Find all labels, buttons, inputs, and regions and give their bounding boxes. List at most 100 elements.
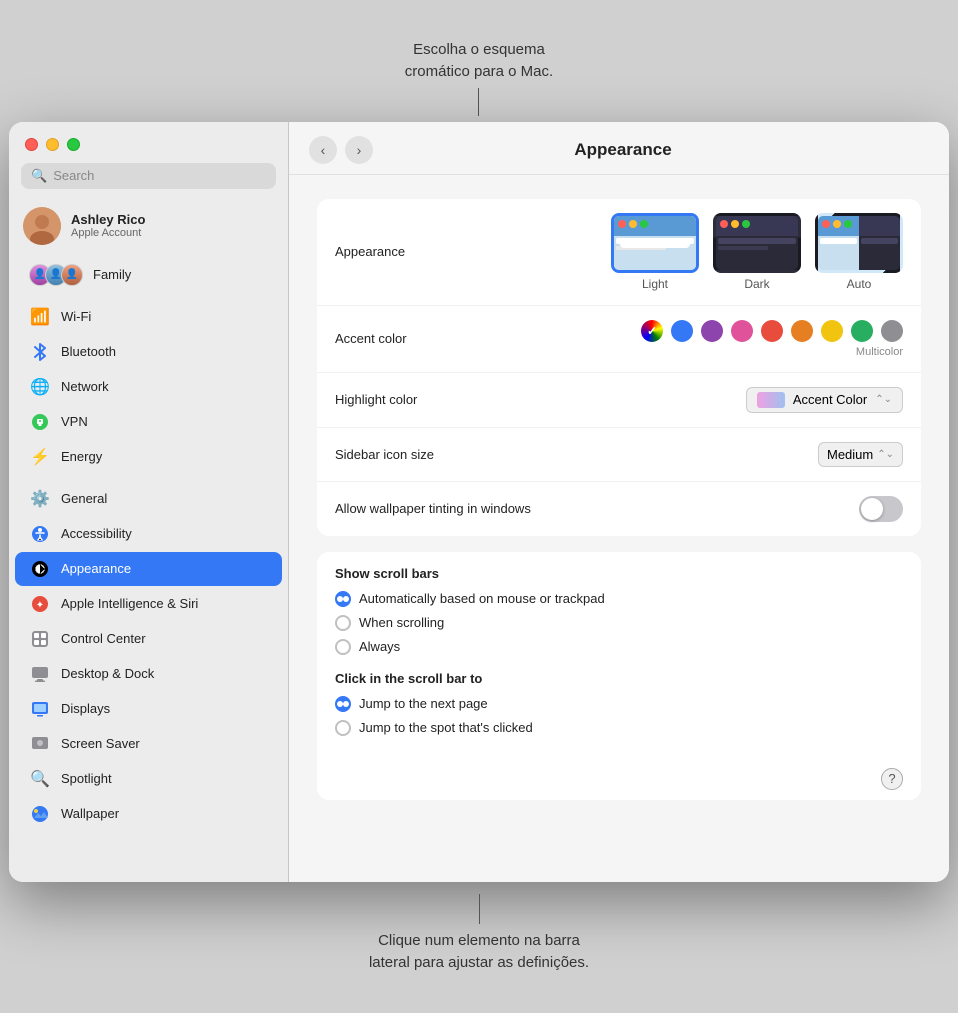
highlight-color-row: Highlight color Accent Color ⌃⌄ <box>317 373 921 428</box>
appearance-value: Light <box>555 213 903 291</box>
accent-red[interactable] <box>761 320 783 342</box>
click-spot-label: Jump to the spot that's clicked <box>359 720 533 735</box>
mode-card-auto[interactable]: Auto <box>815 213 903 291</box>
appearance-section: Appearance <box>317 199 921 536</box>
accent-purple[interactable] <box>701 320 723 342</box>
wallpaper-tinting-toggle[interactable] <box>859 496 903 522</box>
click-next-page-option[interactable]: Jump to the next page <box>335 696 903 712</box>
callout-top: Escolha o esquema cromático para o Mac. <box>405 39 553 120</box>
sidebar-item-label-controlcenter: Control Center <box>61 631 146 646</box>
highlight-chevron-icon: ⌃⌄ <box>875 394 892 405</box>
sidebar-item-label-vpn: VPN <box>61 414 88 429</box>
sidebar-item-general[interactable]: ⚙️ General <box>15 482 282 516</box>
sidebar-item-label-displays: Displays <box>61 701 110 716</box>
close-button[interactable] <box>25 138 38 151</box>
user-profile[interactable]: Ashley Rico Apple Account <box>9 199 288 253</box>
sidebar-item-displays[interactable]: Displays <box>15 692 282 726</box>
minimize-button[interactable] <box>46 138 59 151</box>
spotlight-icon: 🔍 <box>29 768 51 790</box>
scroll-bars-options: Automatically based on mouse or trackpad… <box>335 591 903 655</box>
scroll-scrolling-radio[interactable] <box>335 615 351 631</box>
highlight-color-button[interactable]: Accent Color ⌃⌄ <box>746 387 903 413</box>
sidebar-item-screensaver[interactable]: Screen Saver <box>15 727 282 761</box>
mode-preview-dark <box>713 213 801 273</box>
mode-label-auto: Auto <box>847 277 872 291</box>
scroll-always-label: Always <box>359 639 400 654</box>
wallpaper-tinting-label: Allow wallpaper tinting in windows <box>335 501 555 516</box>
user-name: Ashley Rico <box>71 212 145 227</box>
callout-top-line2: cromático para o Mac. <box>405 63 553 80</box>
scroll-auto-option[interactable]: Automatically based on mouse or trackpad <box>335 591 903 607</box>
scroll-click-options: Jump to the next page Jump to the spot t… <box>335 696 903 736</box>
main-window: 🔍 Ashley Rico Apple Account 👤 👤 <box>9 122 949 882</box>
mode-label-light: Light <box>642 277 668 291</box>
sidebar-item-bluetooth[interactable]: Bluetooth <box>15 335 282 369</box>
scroll-scrolling-option[interactable]: When scrolling <box>335 615 903 631</box>
accent-multicolor[interactable] <box>641 320 663 342</box>
accent-orange[interactable] <box>791 320 813 342</box>
scroll-scrolling-label: When scrolling <box>359 615 444 630</box>
scroll-always-radio[interactable] <box>335 639 351 655</box>
accent-graphite[interactable] <box>881 320 903 342</box>
sidebar-icon-size-value: Medium ⌃⌄ <box>555 442 903 467</box>
appearance-row: Appearance <box>317 199 921 306</box>
highlight-color-value[interactable]: Accent Color ⌃⌄ <box>555 387 903 413</box>
scroll-auto-radio[interactable] <box>335 591 351 607</box>
toolbar: ‹ › Appearance <box>289 122 949 175</box>
vpn-icon <box>29 411 51 433</box>
user-subtitle: Apple Account <box>71 227 145 239</box>
wallpaper-icon <box>29 803 51 825</box>
callout-top-line1: Escolha o esquema <box>413 41 545 58</box>
mode-card-light[interactable]: Light <box>611 213 699 291</box>
mode-card-dark[interactable]: Dark <box>713 213 801 291</box>
sidebar-item-wallpaper[interactable]: Wallpaper <box>15 797 282 831</box>
accent-yellow[interactable] <box>821 320 843 342</box>
callout-bottom-text: Clique num elemento na barra lateral par… <box>369 932 589 972</box>
network-icon: 🌐 <box>29 376 51 398</box>
traffic-lights <box>9 122 288 163</box>
sidebar-item-network[interactable]: 🌐 Network <box>15 370 282 404</box>
sidebar-item-controlcenter[interactable]: Control Center <box>15 622 282 656</box>
callout-bottom: Clique num elemento na barra lateral par… <box>369 894 589 975</box>
sidebar-icon-size-label: Sidebar icon size <box>335 447 555 462</box>
energy-icon: ⚡ <box>29 446 51 468</box>
sidebar-item-spotlight[interactable]: 🔍 Spotlight <box>15 762 282 796</box>
accent-pink[interactable] <box>731 320 753 342</box>
accent-color-label: Accent color <box>335 331 555 346</box>
wifi-icon: 📶 <box>29 306 51 328</box>
sidebar-item-siri[interactable]: ✦ Apple Intelligence & Siri <box>15 587 282 621</box>
sidebar-item-accessibility[interactable]: Accessibility <box>15 517 282 551</box>
sidebar-item-family[interactable]: 👤 👤 👤 Family <box>15 258 282 292</box>
displays-icon <box>29 698 51 720</box>
accent-sublabel: Multicolor <box>856 346 903 358</box>
sidebar-item-label-energy: Energy <box>61 449 102 464</box>
click-spot-radio[interactable] <box>335 720 351 736</box>
click-spot-option[interactable]: Jump to the spot that's clicked <box>335 720 903 736</box>
accent-blue[interactable] <box>671 320 693 342</box>
sidebar-item-label-accessibility: Accessibility <box>61 526 132 541</box>
sidebar-item-wifi[interactable]: 📶 Wi-Fi <box>15 300 282 334</box>
sidebar-icon-size-button[interactable]: Medium ⌃⌄ <box>818 442 903 467</box>
sidebar-item-label-screensaver: Screen Saver <box>61 736 140 751</box>
accent-green[interactable] <box>851 320 873 342</box>
search-input[interactable] <box>53 168 266 183</box>
scroll-always-option[interactable]: Always <box>335 639 903 655</box>
general-icon: ⚙️ <box>29 488 51 510</box>
search-bar[interactable]: 🔍 <box>21 163 276 189</box>
click-next-page-radio[interactable] <box>335 696 351 712</box>
sidebar-item-label-wifi: Wi-Fi <box>61 309 91 324</box>
sidebar-item-energy[interactable]: ⚡ Energy <box>15 440 282 474</box>
screensaver-icon <box>29 733 51 755</box>
svg-text:✦: ✦ <box>36 600 44 611</box>
sidebar-item-label-general: General <box>61 491 107 506</box>
forward-button[interactable]: › <box>345 136 373 164</box>
back-button[interactable]: ‹ <box>309 136 337 164</box>
click-next-page-label: Jump to the next page <box>359 696 488 711</box>
sidebar-item-desktop[interactable]: Desktop & Dock <box>15 657 282 691</box>
family-avatar-3: 👤 <box>61 264 83 286</box>
sidebar-item-appearance[interactable]: Appearance <box>15 552 282 586</box>
mode-preview-light <box>611 213 699 273</box>
sidebar-item-vpn[interactable]: VPN <box>15 405 282 439</box>
zoom-button[interactable] <box>67 138 80 151</box>
help-button[interactable]: ? <box>881 768 903 790</box>
